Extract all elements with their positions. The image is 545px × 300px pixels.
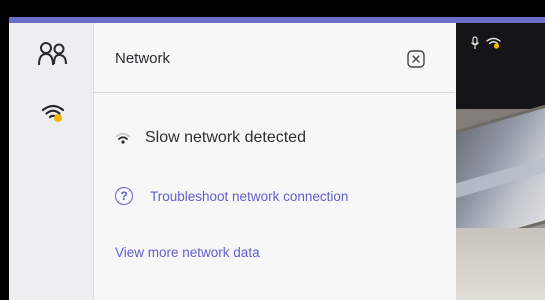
view-more-network-data-link[interactable]: View more network data <box>115 245 260 260</box>
view-more-label[interactable]: View more network data <box>115 245 260 260</box>
panel-header: Network <box>94 23 455 93</box>
side-rail <box>9 23 94 300</box>
microphone-icon <box>471 36 479 49</box>
close-icon <box>407 50 425 68</box>
video-scene-floor <box>456 228 545 300</box>
troubleshoot-link[interactable]: ? Troubleshoot network connection <box>115 187 348 205</box>
network-status-row: Slow network detected <box>115 129 306 147</box>
wifi-warning-icon <box>486 37 501 49</box>
video-scene-band <box>456 153 545 200</box>
panel-title: Network <box>115 50 171 67</box>
people-icon[interactable] <box>38 39 68 69</box>
video-status-icons <box>470 36 501 50</box>
network-panel: Network Slow network detected ? Troubles… <box>94 23 455 300</box>
wifi-weak-icon <box>115 132 131 144</box>
video-top-bar <box>456 23 545 109</box>
troubleshoot-label[interactable]: Troubleshoot network connection <box>150 189 348 204</box>
close-button[interactable] <box>406 49 426 69</box>
help-circle-icon: ? <box>115 187 133 205</box>
meeting-window: Network Slow network detected ? Troubles… <box>9 17 545 300</box>
video-feed <box>456 23 545 300</box>
network-status-text: Slow network detected <box>145 129 306 146</box>
wifi-warning-icon[interactable] <box>38 98 68 128</box>
